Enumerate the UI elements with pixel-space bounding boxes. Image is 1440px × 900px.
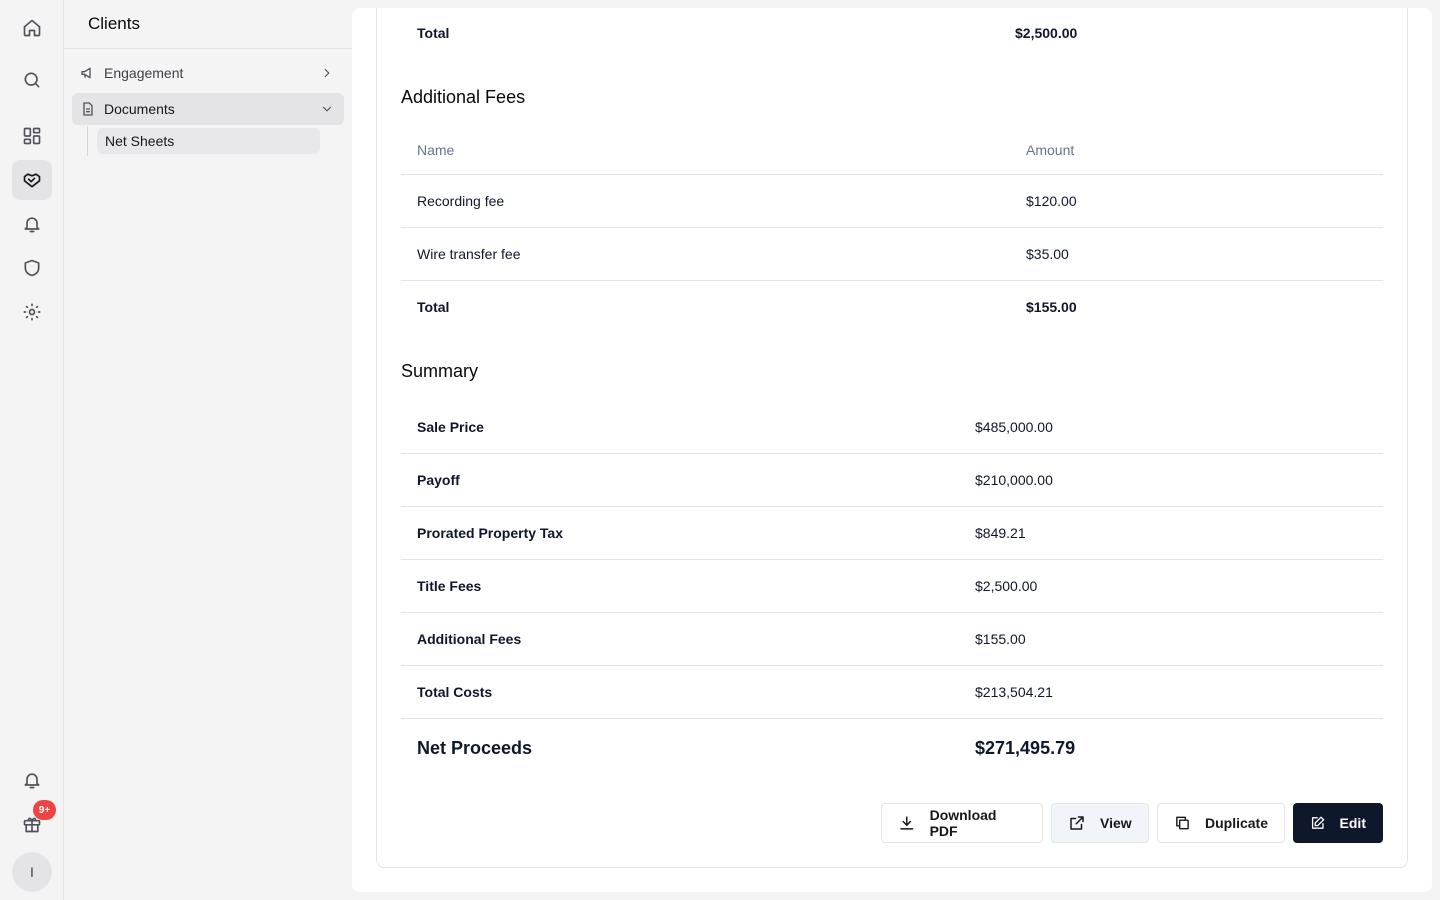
chevron-right-icon xyxy=(324,68,330,78)
icon-rail: 9+ I xyxy=(0,0,64,900)
notification-badge: 9+ xyxy=(33,800,56,820)
net-proceeds-value: $271,495.79 xyxy=(975,738,1076,758)
sidebar-subitem-net-sheets[interactable]: Net Sheets xyxy=(97,128,320,154)
divider xyxy=(401,453,1383,454)
main-panel: Total $2,500.00 Additional Fees Name Amo… xyxy=(352,8,1432,892)
avatar[interactable]: I xyxy=(12,852,52,892)
sidebar-item-documents[interactable]: Documents xyxy=(72,93,344,125)
document-icon xyxy=(83,102,93,116)
bell-icon[interactable] xyxy=(12,204,52,244)
sidebar-title: Clients xyxy=(64,0,352,49)
divider xyxy=(401,506,1383,507)
megaphone-icon xyxy=(81,67,91,79)
handshake-icon[interactable] xyxy=(12,160,52,200)
sidebar-item-label: Engagement xyxy=(104,65,184,81)
divider xyxy=(401,612,1383,613)
shield-icon[interactable] xyxy=(12,248,52,288)
search-icon[interactable] xyxy=(12,60,52,100)
net-proceeds-label: Net Proceeds xyxy=(417,738,533,758)
summary-title: Summary xyxy=(401,361,479,381)
sidebar-item-engagement[interactable]: Engagement xyxy=(72,57,344,89)
divider xyxy=(401,174,1383,175)
divider xyxy=(401,718,1383,719)
home-icon[interactable] xyxy=(12,8,52,48)
chevron-down-icon xyxy=(322,106,332,112)
submenu-guide xyxy=(87,126,88,156)
divider xyxy=(401,227,1383,228)
edit-icon xyxy=(1311,816,1325,829)
edit-button[interactable]: Edit xyxy=(1293,803,1383,843)
sidebar-item-label: Documents xyxy=(104,101,175,117)
gear-icon[interactable] xyxy=(12,292,52,332)
download-icon xyxy=(900,816,914,830)
download-pdf-button[interactable]: Download PDF xyxy=(881,803,1043,843)
divider xyxy=(401,280,1383,281)
divider xyxy=(401,665,1383,666)
copy-icon xyxy=(1176,816,1189,830)
notifications-icon[interactable] xyxy=(12,760,52,800)
additional-fees-title: Additional Fees xyxy=(401,87,526,107)
external-link-icon xyxy=(1070,816,1084,830)
duplicate-button[interactable]: Duplicate xyxy=(1157,803,1285,843)
dashboard-icon[interactable] xyxy=(12,116,52,156)
view-button[interactable]: View xyxy=(1051,803,1149,843)
divider xyxy=(401,559,1383,560)
